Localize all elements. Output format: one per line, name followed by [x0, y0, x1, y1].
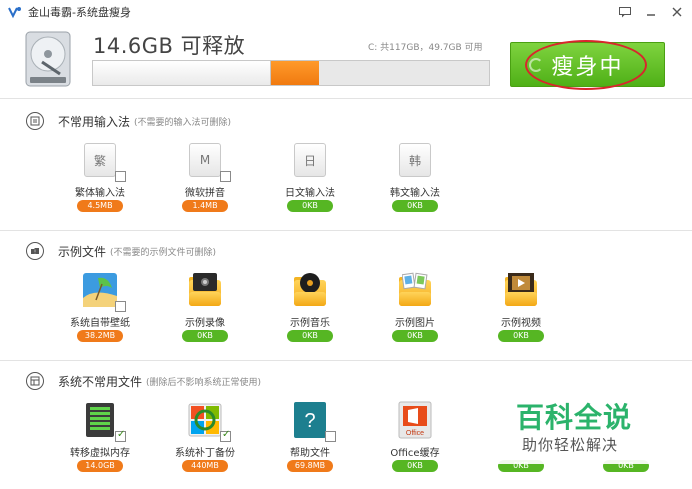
item-label: 示例视频 — [501, 318, 541, 329]
section-note: (不需要的输入法可删除) — [134, 117, 232, 128]
size-badge: 0KB — [392, 200, 438, 212]
help-icon: ? — [294, 402, 326, 438]
progress-releasable — [271, 61, 319, 85]
size-badge: 0KB — [182, 330, 228, 342]
window-title: 金山毒霸-系统盘瘦身 — [28, 6, 131, 19]
item-label: 系统补丁备份 — [175, 448, 235, 459]
item-checkbox[interactable] — [115, 301, 126, 312]
size-badge: 4.5MB — [77, 200, 123, 212]
svg-text:Office: Office — [406, 430, 424, 437]
japanese-ime-icon: 日 — [294, 143, 326, 177]
close-icon[interactable] — [668, 3, 686, 21]
size-badge: 0KB — [287, 200, 333, 212]
slim-button-label: 瘦身中 — [551, 54, 624, 80]
item-checkbox[interactable] — [325, 431, 336, 442]
title-bar: 金山毒霸-系统盘瘦身 — [0, 0, 692, 24]
wallpaper-icon — [83, 273, 117, 307]
releasable-size-title: 14.6GB 可释放 — [93, 34, 246, 58]
section-title: 系统不常用文件 — [58, 374, 143, 389]
item-help-files[interactable]: ? 帮助文件 69.8MB — [270, 400, 350, 472]
item-label: 韩文输入法 — [390, 188, 440, 199]
size-badge: 0KB — [392, 460, 438, 472]
item-korean-ime[interactable]: 韩 韩文输入法 0KB — [375, 140, 455, 212]
microsoft-pinyin-icon: M — [189, 143, 221, 177]
item-traditional-ime[interactable]: 繁 繁体输入法 4.5MB — [60, 140, 140, 212]
watermark-brand: 百科全说 — [516, 401, 633, 434]
keyboard-icon — [26, 112, 44, 130]
item-checkbox[interactable] — [220, 429, 231, 442]
item-label: 示例图片 — [395, 318, 435, 329]
item-microsoft-pinyin[interactable]: M 微软拼音 1.4MB — [165, 140, 245, 212]
divider — [0, 98, 692, 99]
item-sample-pictures[interactable]: 示例图片 0KB — [375, 270, 455, 342]
hard-disk-icon — [25, 31, 71, 87]
item-label: 示例音乐 — [290, 318, 330, 329]
size-badge: 14.0GB — [77, 460, 123, 472]
music-folder-icon — [290, 270, 330, 310]
section-note: (删除后不影响系统正常使用) — [146, 377, 262, 388]
minimize-icon[interactable] — [642, 3, 660, 21]
item-label: 转移虚拟内存 — [70, 448, 130, 459]
watermark: 百科全说 助你轻松解决 — [492, 378, 666, 464]
svg-text:!: ! — [34, 250, 36, 256]
item-virtual-memory[interactable]: 转移虚拟内存 14.0GB — [60, 400, 140, 472]
item-label: 微软拼音 — [185, 188, 225, 199]
item-sample-videos[interactable]: 示例视频 0KB — [481, 270, 561, 342]
slim-button[interactable]: 瘦身中 — [510, 42, 665, 87]
item-sample-music[interactable]: 示例音乐 0KB — [270, 270, 350, 342]
disk-progress-bar — [92, 60, 490, 86]
folder-icon: ! — [26, 242, 44, 260]
video-folder-icon — [185, 270, 225, 310]
memory-icon — [86, 403, 114, 437]
spinner-icon — [529, 58, 543, 72]
size-badge: 69.8MB — [287, 460, 333, 472]
divider — [0, 230, 692, 231]
size-badge: 0KB — [498, 330, 544, 342]
item-label: Office缓存 — [390, 448, 440, 459]
watermark-slogan: 助你轻松解决 — [522, 436, 619, 454]
patch-icon — [188, 403, 222, 437]
item-checkbox[interactable] — [115, 171, 126, 182]
size-badge: 0KB — [392, 330, 438, 342]
section-title: 不常用输入法 — [58, 114, 131, 129]
divider — [0, 360, 692, 361]
size-badge: 38.2MB — [77, 330, 123, 342]
item-office-cache[interactable]: Office Office缓存 0KB — [375, 400, 455, 472]
item-label: 帮助文件 — [290, 448, 330, 459]
traditional-ime-icon: 繁 — [84, 143, 116, 177]
svg-text:?: ? — [304, 410, 315, 432]
section-sample-files: ! 示例文件 (不需要的示例文件可删除) 系统自带壁纸 38.2MB 示例录像 … — [0, 232, 692, 358]
item-label: 示例录像 — [185, 318, 225, 329]
item-label: 日文输入法 — [285, 188, 335, 199]
item-label: 繁体输入法 — [75, 188, 125, 199]
size-badge: 1.4MB — [182, 200, 228, 212]
item-system-wallpaper[interactable]: 系统自带壁纸 38.2MB — [60, 270, 140, 342]
korean-ime-icon: 韩 — [399, 143, 431, 177]
chat-icon[interactable] — [616, 3, 634, 21]
picture-folder-icon — [395, 270, 435, 310]
film-folder-icon — [501, 270, 541, 310]
disk-usage-info: C: 共117GB，49.7GB 可用 — [368, 43, 483, 53]
size-badge: 0KB — [287, 330, 333, 342]
office-icon: Office — [398, 401, 432, 439]
item-checkbox[interactable] — [220, 171, 231, 182]
item-patch-backup[interactable]: 系统补丁备份 440MB — [165, 400, 245, 472]
section-input-methods: 不常用输入法 (不需要的输入法可删除) 繁 繁体输入法 4.5MB M 微软拼音… — [0, 100, 692, 228]
item-checkbox[interactable] — [115, 429, 126, 442]
system-files-icon — [26, 372, 44, 390]
progress-used — [93, 61, 271, 85]
duba-logo-icon — [8, 7, 21, 19]
item-japanese-ime[interactable]: 日 日文输入法 0KB — [270, 140, 350, 212]
size-badge: 440MB — [182, 460, 228, 472]
section-title: 示例文件 — [58, 244, 107, 259]
header: 14.6GB 可释放 C: 共117GB，49.7GB 可用 瘦身中 — [0, 24, 692, 96]
section-note: (不需要的示例文件可删除) — [110, 247, 217, 258]
item-label: 系统自带壁纸 — [70, 318, 130, 329]
item-sample-recording[interactable]: 示例录像 0KB — [165, 270, 245, 342]
